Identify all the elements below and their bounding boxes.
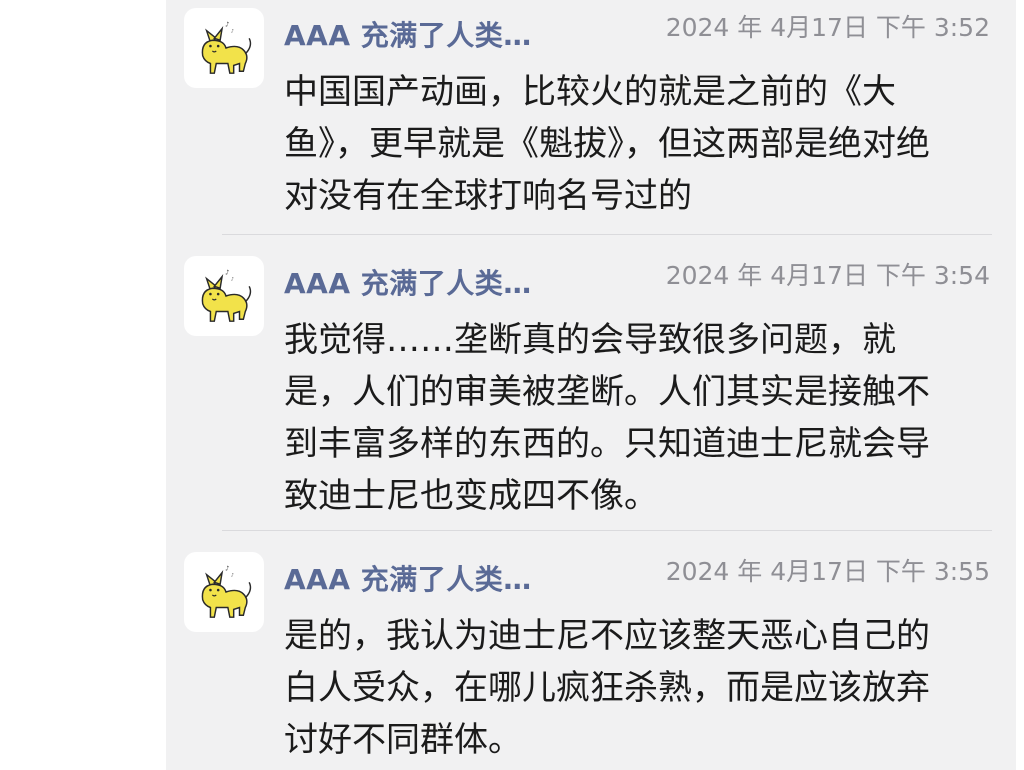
message-author[interactable]: AAA 充满了人类… bbox=[284, 262, 584, 302]
yellow-cat-icon: ♪ ♪ bbox=[201, 565, 252, 618]
message-timestamp: 2024 年 4月17日 下午 3:52 bbox=[665, 13, 990, 42]
avatar[interactable]: ♪ ♪ bbox=[184, 256, 264, 336]
avatar[interactable]: ♪ ♪ bbox=[184, 552, 264, 632]
svg-text:♪: ♪ bbox=[225, 565, 229, 573]
svg-text:♪: ♪ bbox=[231, 277, 234, 283]
divider bbox=[222, 530, 992, 531]
message-author[interactable]: AAA 充满了人类… bbox=[284, 558, 584, 598]
chat-screen: ♪ ♪ AAA 充满了人类… 2024 年 4月17日 下午 3:52 中国国产… bbox=[0, 0, 1024, 770]
message-text: 是的，我认为迪士尼不应该整天恶心自己的白人受众，在哪儿疯狂杀熟，而是应该放弃讨好… bbox=[284, 616, 930, 760]
yellow-cat-icon: ♪ ♪ bbox=[201, 21, 252, 74]
divider bbox=[222, 234, 992, 235]
message-author[interactable]: AAA 充满了人类… bbox=[284, 14, 584, 54]
message-text: 中国国产动画，比较火的就是之前的《大鱼》，更早就是《魁拔》，但这两部是绝对绝对没… bbox=[284, 72, 930, 216]
svg-text:♪: ♪ bbox=[225, 21, 229, 29]
message-timestamp: 2024 年 4月17日 下午 3:55 bbox=[665, 557, 990, 586]
svg-text:♪: ♪ bbox=[225, 269, 229, 277]
message-timestamp: 2024 年 4月17日 下午 3:54 bbox=[665, 261, 990, 290]
message-list[interactable]: ♪ ♪ AAA 充满了人类… 2024 年 4月17日 下午 3:52 中国国产… bbox=[166, 0, 1016, 770]
svg-text:♪: ♪ bbox=[231, 573, 234, 579]
yellow-cat-icon: ♪ ♪ bbox=[201, 269, 252, 322]
svg-text:♪: ♪ bbox=[231, 29, 234, 35]
message-text: 我觉得……垄断真的会导致很多问题，就是，人们的审美被垄断。人们其实是接触不到丰富… bbox=[284, 320, 930, 516]
avatar[interactable]: ♪ ♪ bbox=[184, 8, 264, 88]
